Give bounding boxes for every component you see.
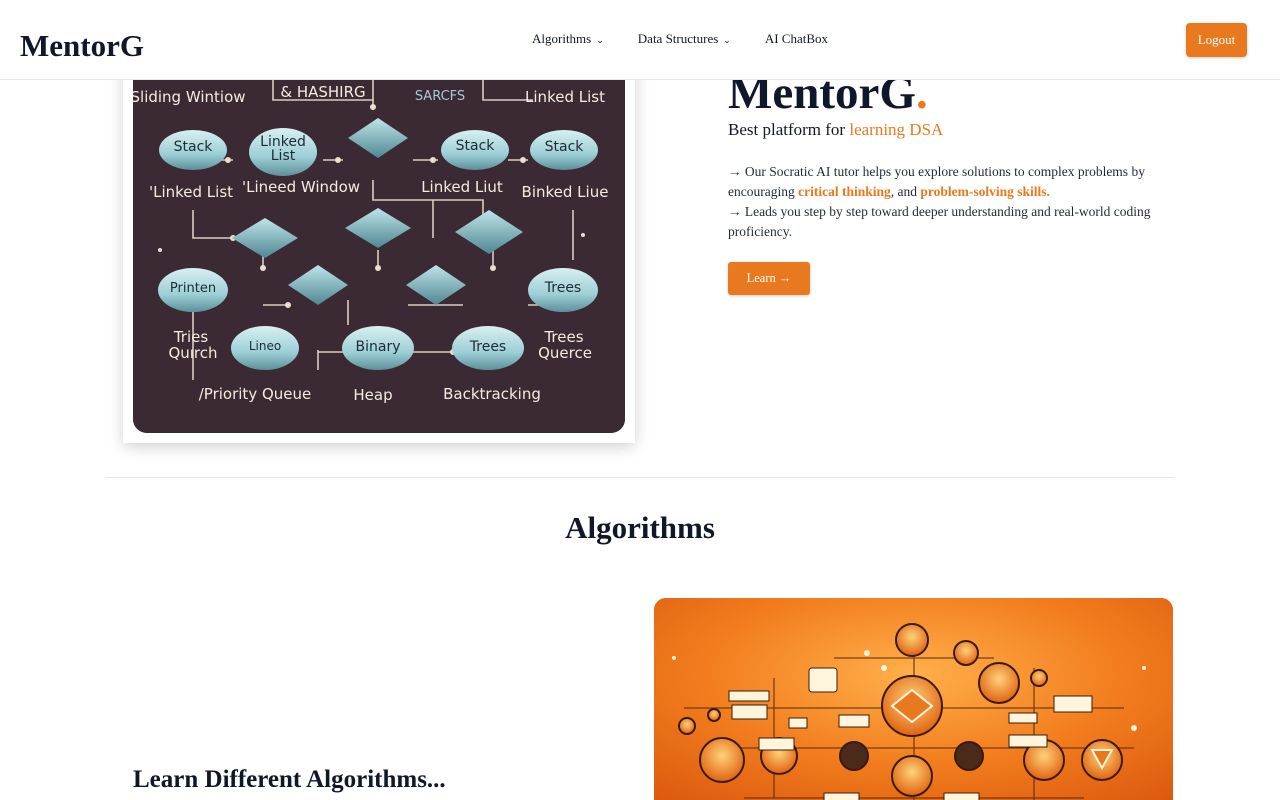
learn-button[interactable]: Learn →	[728, 262, 810, 295]
img-label: 'Lineed Window	[242, 178, 360, 196]
hero-description: → Our Socratic AI tutor helps you explor…	[728, 162, 1168, 242]
nav-data-structures-label: Data Structures	[637, 31, 719, 46]
nav-ai-chatbox[interactable]: AI ChatBox	[765, 31, 828, 47]
nav-ai-chatbox-label: AI ChatBox	[764, 31, 829, 46]
brand-logo[interactable]: MentorG	[20, 28, 144, 64]
img-label: Linked Liut	[421, 178, 503, 196]
img-label: Stack	[456, 138, 496, 154]
img-label: Querce	[538, 344, 592, 362]
hero-desc-critical-thinking: critical thinking	[798, 184, 891, 199]
img-label: Stack	[545, 139, 585, 155]
img-label: Binked Liue	[522, 183, 609, 201]
img-label: Stack	[174, 139, 214, 155]
nav-links: Algorithms ⌄ Data Structures ⌄ AI ChatBo…	[532, 31, 862, 47]
nav-algorithms-label: Algorithms	[532, 31, 592, 46]
img-label: Trees	[469, 339, 506, 355]
img-label: Heap	[353, 386, 392, 404]
hero-desc-problem-solving: problem-solving skills.	[920, 184, 1050, 199]
chevron-down-icon: ⌄	[596, 34, 604, 45]
nav-data-structures[interactable]: Data Structures ⌄	[638, 31, 731, 47]
img-label: Lineo	[249, 339, 281, 353]
img-label: & HASHIRG	[280, 83, 365, 101]
section-divider	[106, 477, 1174, 478]
img-label: Printen	[170, 281, 216, 296]
hero-subtitle-prefix: Best platform for	[728, 120, 850, 139]
hero-subtitle: Best platform for learning DSA	[728, 120, 943, 140]
img-label: Trees	[544, 280, 581, 296]
img-label: List	[271, 148, 296, 164]
img-label: Backtracking	[443, 385, 541, 403]
chevron-down-icon: ⌄	[723, 34, 731, 45]
hero-subtitle-accent: learning DSA	[849, 120, 944, 139]
hero-image-card: Sliding Wintiow & HASHIRG SARCFS Linked …	[123, 60, 635, 443]
img-label: 'Linked List	[149, 183, 233, 201]
logout-button[interactable]: Logout	[1186, 23, 1247, 57]
img-label: Linked List	[525, 88, 605, 106]
algorithms-heading: Learn Different Algorithms...	[133, 766, 446, 793]
img-label: SARCFS	[415, 89, 465, 104]
algorithms-illustration-image	[654, 598, 1173, 800]
algorithms-section-title: Algorithms	[565, 510, 715, 545]
img-label: Binary	[356, 339, 401, 355]
hero-desc-line1-mid: , and	[890, 184, 921, 199]
nav-algorithms[interactable]: Algorithms ⌄	[532, 31, 604, 47]
img-label: /Priority Queue	[199, 385, 312, 403]
dsa-diagram-image: Sliding Wintiow & HASHIRG SARCFS Linked …	[133, 60, 625, 433]
img-label: Quırch	[168, 344, 217, 362]
img-label: Sliding Wintiow	[133, 88, 246, 106]
top-navbar: MentorG Algorithms ⌄ Data Structures ⌄ A…	[0, 0, 1280, 80]
hero-desc-line2: → Leads you step by step toward deeper u…	[728, 204, 1151, 239]
